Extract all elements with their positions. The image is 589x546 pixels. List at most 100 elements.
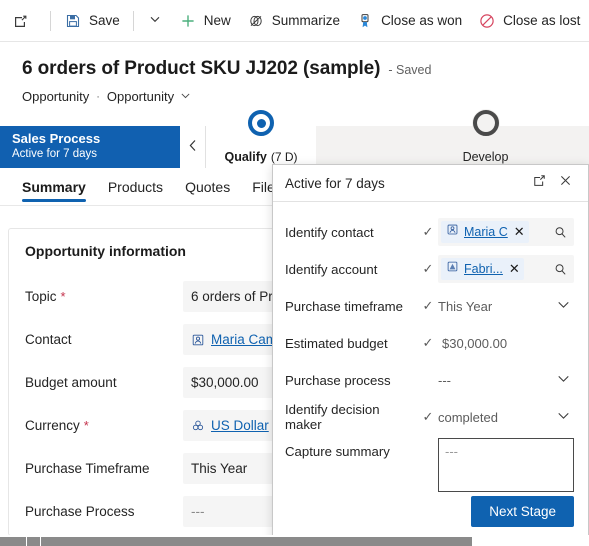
- lookup-chip-text: Fabri...: [464, 262, 503, 276]
- stage-step-label: Estimated budget: [285, 335, 388, 351]
- field-label-contact: Contact: [25, 332, 183, 347]
- process-stage-qualify[interactable]: Qualify (7 D): [206, 109, 316, 168]
- tab-summary[interactable]: Summary: [22, 168, 86, 206]
- ribbon-icon: [356, 12, 374, 30]
- process-stage-list: Qualify (7 D) Develop: [206, 109, 589, 168]
- stage-step-dropdown-identify-decision-maker[interactable]: completed: [438, 403, 574, 431]
- close-as-won-label: Close as won: [381, 12, 463, 28]
- stage-step-input-estimated-budget[interactable]: $30,000.00: [438, 329, 574, 357]
- record-header: 6 orders of Product SKU JJ202 (sample) -…: [0, 42, 589, 124]
- field-label-currency: Currency *: [25, 418, 183, 433]
- field-label-budget-amount-text: Budget amount: [25, 375, 117, 390]
- save-status: - Saved: [388, 63, 432, 77]
- field-value-purchase-timeframe: This Year: [191, 461, 248, 476]
- command-bar: Save New Summarize Close as won Close as…: [0, 0, 589, 42]
- stage-flyout-header: Active for 7 days: [273, 165, 588, 202]
- currency-icon: [191, 419, 205, 433]
- save-button[interactable]: Save: [56, 6, 128, 36]
- stage-step-lookup-account[interactable]: Fabri... ✕: [438, 255, 574, 283]
- save-icon: [64, 12, 82, 30]
- checkmark-icon: ✓: [422, 224, 434, 239]
- stage-step-identify-contact: Identify contact ✓ Maria C ✕: [285, 216, 574, 248]
- field-label-currency-text: Currency: [25, 418, 80, 433]
- scrollbar-thumb[interactable]: [0, 537, 472, 546]
- horizontal-scrollbar[interactable]: [0, 535, 589, 546]
- field-label-purchase-process-text: Purchase Process: [25, 504, 135, 519]
- stage-flyout-expand-button[interactable]: [526, 170, 552, 196]
- stage-step-label: Capture summary: [285, 444, 390, 459]
- page-title: 6 orders of Product SKU JJ202 (sample): [22, 58, 381, 79]
- field-label-topic: Topic *: [25, 289, 183, 304]
- save-options-button[interactable]: [139, 12, 171, 30]
- field-value-budget-amount: $30,000.00: [191, 375, 259, 390]
- checkmark-icon: ✓: [422, 298, 434, 313]
- close-as-won-button[interactable]: Close as won: [348, 6, 470, 36]
- chevron-down-icon[interactable]: [180, 90, 191, 104]
- process-name-block[interactable]: Sales Process Active for 7 days: [0, 126, 180, 168]
- field-label-budget-amount: Budget amount: [25, 375, 183, 390]
- stage-step-label: Identify contact: [285, 224, 374, 240]
- field-value-contact[interactable]: Maria Cam: [211, 332, 277, 347]
- checkmark-icon: ✓: [422, 335, 434, 350]
- required-marker: *: [60, 289, 66, 304]
- field-value-purchase-process: ---: [191, 504, 205, 519]
- new-label: New: [203, 12, 231, 28]
- search-icon[interactable]: [553, 225, 568, 240]
- breadcrumb: Opportunity · Opportunity: [22, 89, 589, 104]
- field-label-purchase-timeframe-text: Purchase Timeframe: [25, 461, 150, 476]
- stage-step-label: Identify account: [285, 261, 378, 277]
- chevron-left-icon: [187, 139, 199, 155]
- open-in-new-window-icon: [532, 173, 547, 193]
- lookup-chip[interactable]: Fabri... ✕: [441, 258, 524, 280]
- summarize-icon: [247, 12, 265, 30]
- stage-step-value: completed: [438, 409, 498, 425]
- stage-marker-active-icon: [247, 109, 275, 137]
- chevron-down-icon[interactable]: [557, 409, 574, 425]
- tab-summary-label: Summary: [22, 178, 86, 195]
- required-marker: *: [83, 418, 89, 433]
- command-separator-2: [132, 10, 134, 31]
- tab-products[interactable]: Products: [108, 168, 163, 206]
- search-icon[interactable]: [553, 262, 568, 277]
- summarize-label: Summarize: [271, 12, 341, 28]
- process-stage-develop[interactable]: Develop: [428, 109, 543, 168]
- record-title-row: 6 orders of Product SKU JJ202 (sample) -…: [22, 58, 589, 80]
- stage-step-lookup-contact[interactable]: Maria C ✕: [438, 218, 574, 246]
- account-icon: [446, 260, 459, 278]
- chevron-down-icon: [149, 12, 161, 30]
- breadcrumb-form[interactable]: Opportunity: [107, 89, 174, 104]
- chevron-down-icon[interactable]: [557, 298, 574, 314]
- remove-icon[interactable]: ✕: [509, 261, 520, 277]
- stage-step-dropdown-purchase-process[interactable]: ---: [438, 366, 574, 394]
- tab-products-label: Products: [107, 178, 164, 195]
- process-collapse-button[interactable]: [180, 126, 206, 168]
- business-process-flow: Sales Process Active for 7 days Qualify …: [0, 109, 589, 168]
- field-value-currency[interactable]: US Dollar: [211, 418, 269, 433]
- stage-step-identify-decision-maker: Identify decision maker ✓ completed: [285, 401, 574, 433]
- stage-step-dropdown-purchase-timeframe[interactable]: This Year: [438, 292, 574, 320]
- breadcrumb-entity: Opportunity: [22, 89, 90, 104]
- stage-step-estimated-budget: Estimated budget ✓ $30,000.00: [285, 327, 574, 359]
- summarize-button[interactable]: Summarize: [239, 6, 348, 36]
- scrollbar-tick: [40, 537, 41, 546]
- stage-marker-future-icon: [471, 109, 500, 137]
- stage-step-identify-account: Identify account ✓ Fabri... ✕: [285, 253, 574, 285]
- popout-button[interactable]: [10, 6, 45, 36]
- stage-flyout-close-button[interactable]: [552, 170, 578, 196]
- new-button[interactable]: New: [171, 6, 239, 36]
- command-separator-1: [50, 10, 51, 31]
- tab-quotes[interactable]: Quotes: [185, 168, 230, 206]
- close-as-lost-button[interactable]: Close as lost: [470, 6, 588, 36]
- open-in-new-window-icon: [12, 12, 30, 30]
- prohibited-icon: [478, 12, 496, 30]
- field-label-purchase-timeframe: Purchase Timeframe: [25, 461, 183, 476]
- process-subtitle: Active for 7 days: [12, 148, 98, 160]
- stage-flyout-body: Identify contact ✓ Maria C ✕ Identify ac…: [273, 202, 588, 496]
- lookup-chip[interactable]: Maria C ✕: [441, 221, 529, 243]
- stage-label-qualify: Qualify: [224, 150, 267, 164]
- close-icon: [558, 173, 573, 193]
- remove-icon[interactable]: ✕: [514, 224, 525, 240]
- chevron-down-icon[interactable]: [557, 372, 574, 388]
- next-stage-button[interactable]: Next Stage: [471, 496, 574, 527]
- stage-step-textarea-capture-summary[interactable]: ---: [438, 438, 574, 492]
